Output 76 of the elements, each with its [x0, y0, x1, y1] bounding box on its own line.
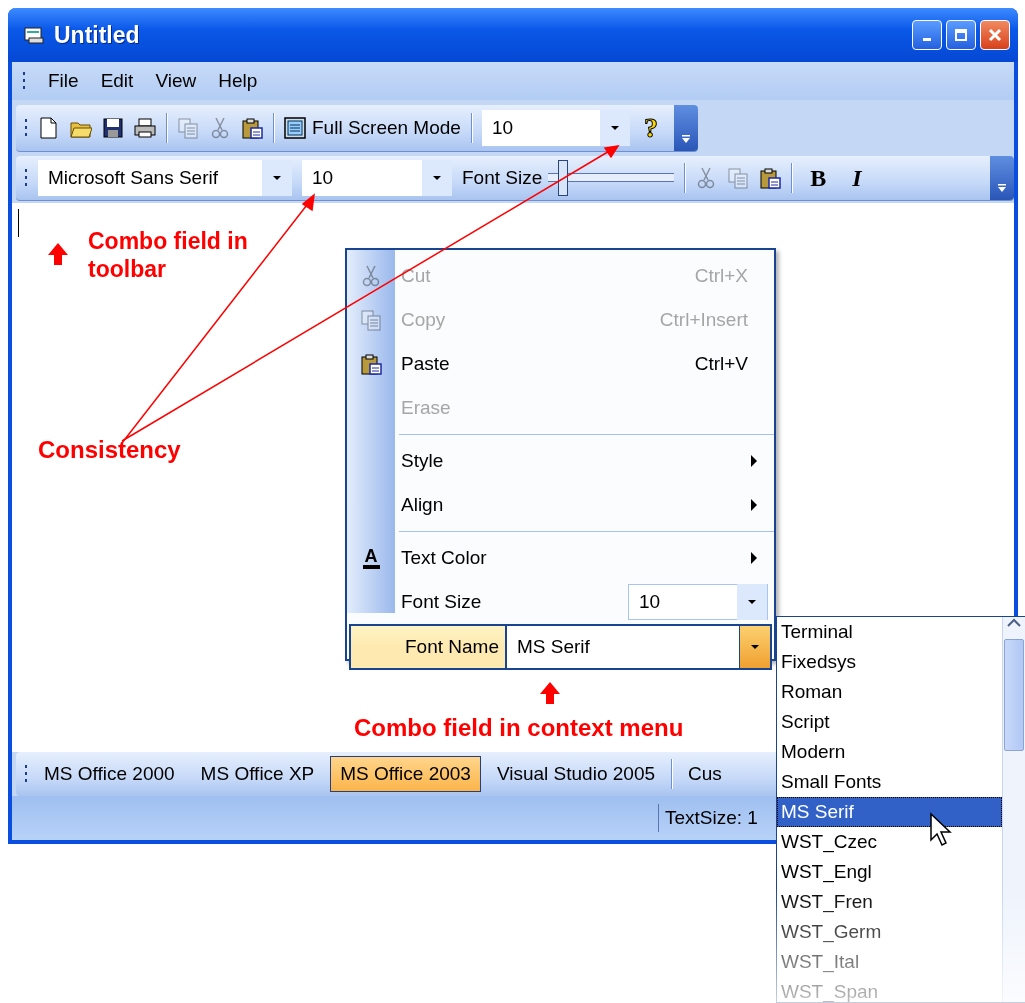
annotation-text: Combo field in toolbar [88, 227, 248, 283]
full-screen-mode-button[interactable]: Full Screen Mode [284, 116, 461, 139]
chevron-down-icon [680, 134, 691, 145]
toolbar-combo-field[interactable]: 10 [481, 109, 630, 146]
menu-item[interactable]: Paste Ctrl+V [347, 342, 774, 386]
minimize-button[interactable] [912, 20, 942, 50]
close-button[interactable] [980, 20, 1010, 50]
font-option[interactable]: Roman [777, 677, 1002, 707]
theme-button[interactable]: MS Office XP [190, 756, 325, 792]
document-icon[interactable] [38, 116, 60, 139]
scroll-bar[interactable] [1002, 617, 1025, 1002]
font-option[interactable]: Small Fonts [777, 767, 1002, 797]
text-caret [18, 209, 19, 237]
format-button[interactable]: B [802, 164, 835, 192]
dropdown-arrow-icon [750, 644, 760, 650]
mouse-pointer-icon [929, 812, 955, 848]
minimize-icon [923, 37, 931, 41]
font-option[interactable]: Modern [777, 737, 1002, 767]
up-arrow-icon [540, 682, 560, 704]
clipboard-icon[interactable] [360, 353, 382, 375]
status-text: TextSize: 1 [665, 807, 758, 829]
theme-button[interactable]: Visual Studio 2005 [486, 756, 665, 792]
dropdown-arrow-icon [272, 175, 282, 181]
clipboard-icon[interactable] [241, 116, 263, 139]
menu-item[interactable]: View [155, 70, 197, 92]
clipboard-icon[interactable] [759, 167, 782, 189]
menu-item[interactable]: A Text Color [347, 536, 774, 580]
toolbar-gripper[interactable] [24, 116, 28, 139]
menu-combo-field[interactable]: 10 [628, 584, 768, 620]
dropdown-arrow-icon [432, 175, 442, 181]
up-arrow-icon [48, 243, 68, 265]
maximize-button[interactable] [946, 20, 976, 50]
menu-label: Font Name [404, 636, 500, 658]
menu-combo-field[interactable]: MS Serif [505, 626, 770, 668]
toolbar-gripper[interactable] [22, 70, 26, 92]
scroll-up-icon[interactable] [1005, 617, 1023, 629]
toolbar-label: Font Size [462, 167, 543, 189]
menu-label: Font Size [400, 591, 483, 613]
font-option[interactable]: WST_Ital [777, 947, 1002, 977]
font-option[interactable]: MS Serif [777, 797, 1002, 827]
highlighted-menu-row[interactable]: Font Name MS Serif [349, 624, 772, 670]
window-title: Untitled [54, 21, 140, 49]
menu-item[interactable]: Help [218, 70, 258, 92]
close-icon [987, 27, 1003, 43]
theme-button[interactable]: Cus [678, 756, 732, 792]
format-button[interactable]: I [844, 164, 870, 192]
font-option[interactable]: WST_Czec [777, 827, 1002, 857]
toolbar-overflow-button[interactable] [990, 156, 1014, 200]
menu-item[interactable]: File [48, 70, 79, 92]
font-option[interactable]: WST_Engl [777, 857, 1002, 887]
dropdown-arrow-icon [609, 124, 620, 131]
theme-button[interactable]: MS Office 2000 [34, 756, 185, 792]
theme-button[interactable]: MS Office 2003 [330, 756, 481, 792]
font-option[interactable]: WST_Fren [777, 887, 1002, 917]
annotation-text: Combo field in context menu [354, 714, 684, 742]
menu-item[interactable]: Style [347, 439, 774, 483]
printer-icon[interactable] [134, 116, 156, 139]
menu-item[interactable]: Edit [100, 70, 134, 92]
toolbar-combo-field[interactable]: 10 [302, 160, 452, 196]
app-icon [24, 26, 44, 44]
dropdown-arrow-icon [747, 599, 757, 605]
menu-item[interactable]: Align [347, 483, 774, 527]
toolbar-combo-field[interactable]: Microsoft Sans Serif [38, 160, 292, 196]
chevron-down-icon [997, 184, 1007, 194]
screen-icon[interactable] [284, 116, 306, 139]
toolbar-gripper[interactable] [24, 167, 28, 189]
font-option[interactable]: Terminal [777, 617, 1002, 647]
font-option[interactable]: Fixedsys [777, 647, 1002, 677]
toolbar-overflow-button[interactable] [673, 104, 698, 151]
annotation-text: Consistency [38, 436, 181, 464]
maximize-icon [953, 27, 969, 43]
font-option[interactable]: Script [777, 707, 1002, 737]
slider-thumb[interactable] [558, 160, 569, 196]
toolbar-gripper[interactable] [24, 763, 28, 785]
font-option[interactable]: WST_Germ [777, 917, 1002, 947]
scroll-thumb[interactable] [1004, 639, 1024, 751]
